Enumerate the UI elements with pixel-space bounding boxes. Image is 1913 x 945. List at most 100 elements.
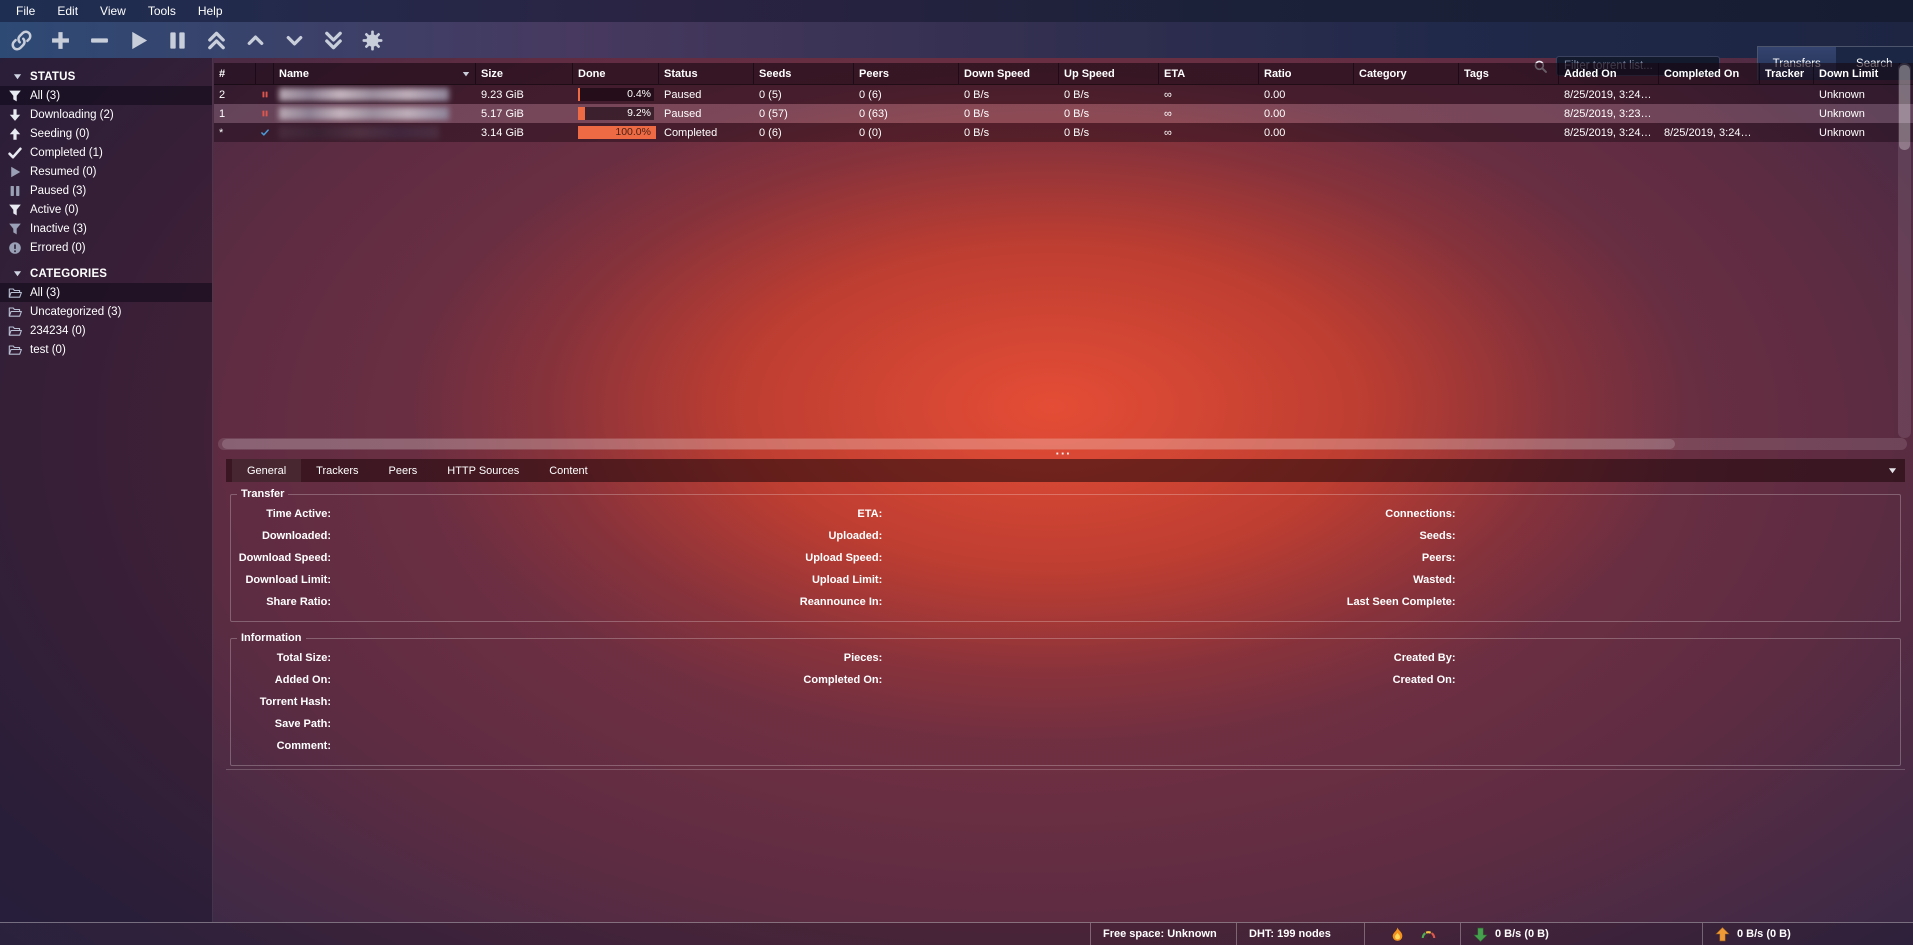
cell-ratio: 0.00 — [1259, 123, 1354, 142]
progress-bar: 100.0% — [578, 126, 654, 139]
status-filter-seeding-0[interactable]: Seeding (0) — [0, 124, 212, 143]
vertical-scrollbar-thumb[interactable] — [1899, 65, 1910, 150]
folder-icon — [8, 324, 22, 338]
vertical-scrollbar[interactable] — [1898, 63, 1911, 438]
torrent-row[interactable]: 29.23 GiB0.4%Paused0 (5)0 (6)0 B/s0 B/s∞… — [214, 85, 1913, 104]
column-header-ratio[interactable]: Ratio — [1259, 63, 1354, 84]
column-header-category[interactable]: Category — [1354, 63, 1459, 84]
remove-icon — [88, 29, 111, 52]
information-section: Information Total Size:Added On:Torrent … — [230, 632, 1901, 766]
transfer-section: Transfer Time Active:Downloaded:Download… — [230, 488, 1901, 622]
menu-bar: FileEditViewToolsHelp — [0, 0, 1913, 22]
move-up-button[interactable] — [242, 27, 268, 53]
category-all-3[interactable]: All (3) — [0, 283, 212, 302]
sidebar: STATUS All (3) Downloading (2) Seeding (0)… — [0, 58, 213, 922]
column-header-state-icon[interactable] — [256, 63, 274, 84]
field-label-connections: Connections: — [1344, 508, 1456, 520]
category-test-0[interactable]: test (0) — [0, 340, 212, 359]
move-top-button[interactable] — [203, 27, 229, 53]
delete-torrent-button[interactable] — [86, 27, 112, 53]
column-header-completed-on[interactable]: Completed On — [1659, 63, 1760, 84]
torrent-row[interactable]: *3.14 GiB100.0%Completed0 (6)0 (0)0 B/s0… — [214, 123, 1913, 142]
column-header-down-speed[interactable]: Down Speed — [959, 63, 1059, 84]
column-header-size[interactable]: Size — [476, 63, 573, 84]
completed-status-icon — [261, 127, 269, 138]
status-section-header[interactable]: STATUS — [0, 67, 212, 86]
tab-content[interactable]: Content — [534, 459, 603, 482]
column-header-eta[interactable]: ETA — [1159, 63, 1259, 84]
tab-trackers[interactable]: Trackers — [301, 459, 373, 482]
column-header-done[interactable]: Done — [573, 63, 659, 84]
status-filter-label: Downloading (2) — [30, 109, 114, 121]
tab-peers[interactable]: Peers — [374, 459, 433, 482]
table-header-row: # NameSizeDoneStatusSeedsPeersDown SpeedU… — [214, 63, 1913, 85]
tab-http-sources[interactable]: HTTP Sources — [432, 459, 534, 482]
add-icon — [49, 29, 72, 52]
cell-seeds: 0 (57) — [754, 104, 854, 123]
add-torrent-button[interactable] — [47, 27, 73, 53]
cell-up-speed: 0 B/s — [1059, 85, 1159, 104]
field-label-download-limit: Download Limit: — [231, 574, 331, 586]
collapse-panel-icon[interactable] — [1888, 466, 1897, 475]
column-header-peers[interactable]: Peers — [854, 63, 959, 84]
column-header-status[interactable]: Status — [659, 63, 754, 84]
cell-tags — [1459, 85, 1559, 104]
tab-general[interactable]: General — [232, 459, 301, 482]
column-header-tags[interactable]: Tags — [1459, 63, 1559, 84]
options-button[interactable] — [359, 27, 385, 53]
cell-size: 3.14 GiB — [476, 123, 573, 142]
column-header-seeds[interactable]: Seeds — [754, 63, 854, 84]
cell-completed-on — [1659, 85, 1760, 104]
menu-edit[interactable]: Edit — [46, 0, 89, 22]
cell-ratio: 0.00 — [1259, 104, 1354, 123]
cell-tags — [1459, 104, 1559, 123]
column-header-added-on[interactable]: Added On — [1559, 63, 1659, 84]
torrent-row[interactable]: 15.17 GiB9.2%Paused0 (57)0 (63)0 B/s0 B/… — [214, 104, 1913, 123]
global-upload-speed[interactable]: 0 B/s (0 B) — [1702, 923, 1913, 945]
filter-icon — [8, 203, 22, 217]
add-magnet-link-button[interactable] — [8, 27, 34, 53]
resume-torrent-button[interactable] — [125, 27, 151, 53]
error-icon — [8, 241, 22, 255]
menu-tools[interactable]: Tools — [137, 0, 187, 22]
progress-label: 0.4% — [627, 88, 651, 101]
status-filter-downloading-2[interactable]: Downloading (2) — [0, 105, 212, 124]
status-filter-active-0[interactable]: Active (0) — [0, 200, 212, 219]
global-download-speed[interactable]: 0 B/s (0 B) — [1460, 923, 1702, 945]
status-filter-all-3[interactable]: All (3) — [0, 86, 212, 105]
cell-state — [256, 104, 274, 123]
move-down-button[interactable] — [281, 27, 307, 53]
move-bottom-button[interactable] — [320, 27, 346, 53]
cell-tracker — [1760, 85, 1814, 104]
menu-help[interactable]: Help — [187, 0, 234, 22]
categories-section-header[interactable]: CATEGORIES — [0, 264, 212, 283]
menu-view[interactable]: View — [89, 0, 137, 22]
category-uncategorized-3[interactable]: Uncategorized (3) — [0, 302, 212, 321]
category-234234-0[interactable]: 234234 (0) — [0, 321, 212, 340]
cell-number: 2 — [214, 85, 256, 104]
cell-name — [274, 85, 476, 104]
toolbar: TransfersSearch — [0, 22, 1913, 58]
cell-tracker — [1760, 123, 1814, 142]
status-filter-paused-3[interactable]: Paused (3) — [0, 181, 212, 200]
column-header-tracker[interactable]: Tracker — [1760, 63, 1814, 84]
magnet-link-icon — [10, 29, 33, 52]
status-filter-completed-1[interactable]: Completed (1) — [0, 143, 212, 162]
cell-status: Paused — [659, 104, 754, 123]
field-label-upload-limit: Upload Limit: — [787, 574, 882, 586]
column-header-name[interactable]: Name — [274, 63, 476, 84]
menu-file[interactable]: File — [5, 0, 46, 22]
status-filter-label: Completed (1) — [30, 147, 103, 159]
panel-resize-handle[interactable] — [214, 448, 1913, 459]
category-list: All (3)Uncategorized (3)234234 (0)test (… — [0, 283, 212, 359]
pause-torrent-button[interactable] — [164, 27, 190, 53]
column-header-up-speed[interactable]: Up Speed — [1059, 63, 1159, 84]
redacted-torrent-name — [279, 107, 449, 120]
alt-speed-limits-icon[interactable] — [1421, 927, 1436, 942]
status-filter-inactive-3[interactable]: Inactive (3) — [0, 219, 212, 238]
status-filter-errored-0[interactable]: Errored (0) — [0, 238, 212, 257]
status-filter-resumed-0[interactable]: Resumed (0) — [0, 162, 212, 181]
column-header-[interactable]: # — [214, 63, 256, 84]
cell-peers: 0 (6) — [854, 85, 959, 104]
column-header-down-limit[interactable]: Down Limit — [1814, 63, 1900, 84]
